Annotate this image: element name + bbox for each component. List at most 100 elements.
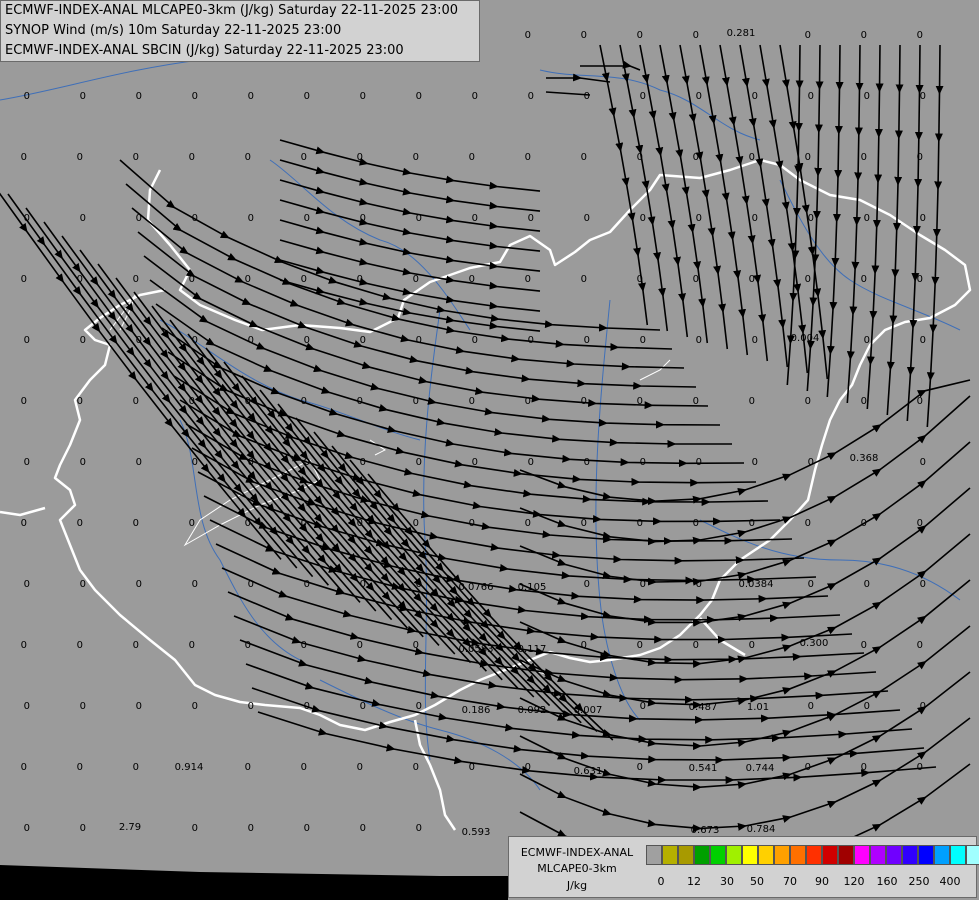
legend-swatch xyxy=(934,845,950,865)
zero-label: 0 xyxy=(245,640,251,651)
zero-label: 0 xyxy=(584,213,590,224)
cin-value-label: 0.673 xyxy=(691,825,720,836)
zero-label: 0 xyxy=(304,91,310,102)
zero-label: 0 xyxy=(24,457,30,468)
zero-label: 0 xyxy=(80,701,86,712)
legend-swatch xyxy=(678,845,694,865)
zero-label: 0 xyxy=(192,701,198,712)
zero-label: 0 xyxy=(192,91,198,102)
zero-label: 0 xyxy=(136,213,142,224)
zero-label: 0 xyxy=(413,396,419,407)
zero-label: 0 xyxy=(640,91,646,102)
legend-swatch xyxy=(854,845,870,865)
zero-label: 0 xyxy=(357,152,363,163)
zero-label: 0 xyxy=(301,518,307,529)
zero-label: 0 xyxy=(640,213,646,224)
zero-label: 0 xyxy=(80,457,86,468)
zero-label: 0 xyxy=(693,640,699,651)
zero-label: 0 xyxy=(24,335,30,346)
zero-label: 0 xyxy=(133,152,139,163)
zero-label: 0 xyxy=(525,762,531,773)
zero-label: 0 xyxy=(696,335,702,346)
cin-value-label: 0.007 xyxy=(574,705,603,716)
zero-label: 0 xyxy=(808,579,814,590)
cin-value-label: 0.487 xyxy=(689,702,718,713)
zero-label: 0 xyxy=(80,579,86,590)
cin-value-label: 0.300 xyxy=(800,638,829,649)
zero-label: 0 xyxy=(637,640,643,651)
zero-label: 0 xyxy=(696,213,702,224)
map-title-box: ECMWF-INDEX-ANAL MLCAPE0-3km (J/kg) Satu… xyxy=(0,0,480,62)
zero-label: 0 xyxy=(301,274,307,285)
zero-label: 0 xyxy=(472,91,478,102)
zero-label: 0 xyxy=(752,91,758,102)
legend-swatch xyxy=(886,845,902,865)
zero-label: 0 xyxy=(360,91,366,102)
zero-label: 0 xyxy=(469,274,475,285)
zero-label: 0 xyxy=(77,396,83,407)
zero-label: 0 xyxy=(357,396,363,407)
zero-label: 0 xyxy=(861,396,867,407)
zero-label: 0 xyxy=(528,213,534,224)
zero-label: 0 xyxy=(920,701,926,712)
zero-label: 0 xyxy=(136,701,142,712)
zero-label: 0 xyxy=(245,762,251,773)
zero-label: 0 xyxy=(920,335,926,346)
zero-label: 0 xyxy=(525,30,531,41)
zero-label: 0 xyxy=(469,152,475,163)
zero-label: 0 xyxy=(21,274,27,285)
zero-label: 0 xyxy=(416,91,422,102)
legend-tick-label: 160 xyxy=(876,875,898,888)
zero-label: 0 xyxy=(805,30,811,41)
legend-tick-label: 250 xyxy=(908,875,930,888)
zero-label: 0 xyxy=(472,335,478,346)
zero-label: 0 xyxy=(696,457,702,468)
zero-label: 0 xyxy=(248,823,254,834)
zero-label: 0 xyxy=(696,91,702,102)
zero-label: 0 xyxy=(248,457,254,468)
zero-label: 0 xyxy=(805,152,811,163)
zero-label: 0 xyxy=(525,152,531,163)
zero-label: 0 xyxy=(864,91,870,102)
zero-label: 0 xyxy=(248,213,254,224)
legend-swatch xyxy=(790,845,806,865)
legend-swatch xyxy=(950,845,966,865)
zero-label: 0 xyxy=(469,762,475,773)
zero-label: 0 xyxy=(917,640,923,651)
legend-swatch xyxy=(646,845,662,865)
zero-label: 0 xyxy=(245,274,251,285)
zero-label: 0 xyxy=(640,579,646,590)
legend-swatch xyxy=(822,845,838,865)
zero-label: 0 xyxy=(469,396,475,407)
zero-label: 0 xyxy=(77,274,83,285)
legend-swatch xyxy=(694,845,710,865)
zero-label: 0 xyxy=(24,91,30,102)
legend-tick-label: 70 xyxy=(783,875,797,888)
zero-label: 0 xyxy=(248,335,254,346)
zero-label: 0 xyxy=(693,30,699,41)
zero-label: 0 xyxy=(416,701,422,712)
zero-label: 0 xyxy=(189,396,195,407)
zero-label: 0 xyxy=(469,518,475,529)
zero-label: 0 xyxy=(77,152,83,163)
zero-label: 0 xyxy=(805,274,811,285)
zero-label: 0 xyxy=(248,579,254,590)
zero-label: 0 xyxy=(248,91,254,102)
zero-label: 0 xyxy=(861,518,867,529)
zero-label: 0 xyxy=(525,396,531,407)
zero-label: 0 xyxy=(80,213,86,224)
cin-value-label: 0.281 xyxy=(727,28,756,39)
zero-label: 0 xyxy=(637,396,643,407)
zero-label: 0 xyxy=(528,457,534,468)
zero-label: 0 xyxy=(808,213,814,224)
cin-value-label: 0.593 xyxy=(462,827,491,838)
color-legend: ECMWF-INDEX-ANAL MLCAPE0-3km J/kg 0 12 30 5… xyxy=(508,836,979,898)
legend-swatch xyxy=(918,845,934,865)
zero-label: 0 xyxy=(749,152,755,163)
legend-swatch xyxy=(966,845,979,865)
weather-map: 0 0 0 0 0 0 0 0 0 0 0 0 0 0 0 0 0 0 0 0 0 0 0 0 0 0 0 0 0 0 0 0 0 0 0 0 0 0 0 0… xyxy=(0,0,979,900)
zero-label: 0 xyxy=(581,152,587,163)
zero-label: 0 xyxy=(752,213,758,224)
zero-label: 0 xyxy=(413,518,419,529)
legend-tick-label: 120 xyxy=(843,875,865,888)
